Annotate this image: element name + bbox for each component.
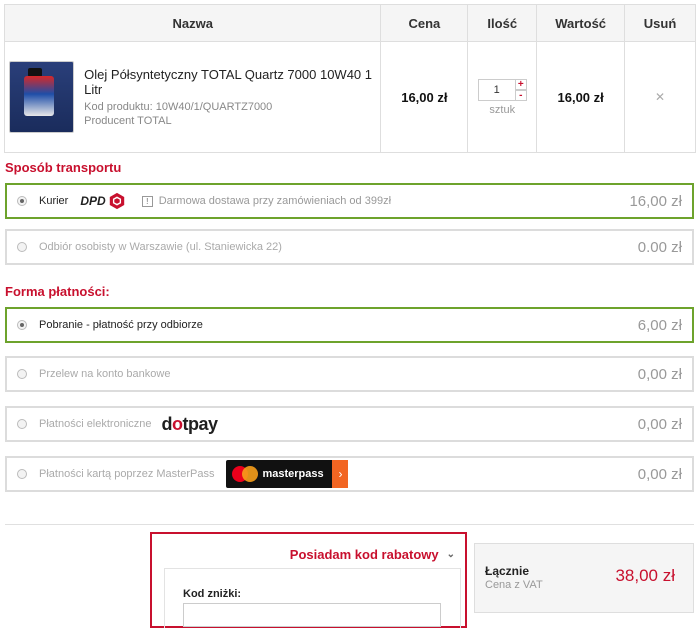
payment-title: Forma płatności: (5, 284, 110, 299)
qty-minus-button[interactable]: - (515, 89, 527, 101)
payment-option-electronic[interactable]: Płatności elektroniczne dotpay 0,00 zł (5, 406, 694, 442)
transport-option-label: Kurier (39, 195, 69, 207)
header-value: Wartość (536, 4, 626, 42)
product-image[interactable] (9, 61, 75, 133)
transport-note: Darmowa dostawa przy zamówieniach od 399… (158, 195, 392, 207)
radio-masterpass[interactable] (17, 469, 27, 479)
payment-price: 0,00 zł (637, 465, 682, 483)
qty-cell: + - sztuk (467, 41, 538, 153)
remove-icon[interactable]: ✕ (655, 90, 665, 104)
remove-item-cell: ✕ (624, 41, 696, 153)
info-icon: ! (141, 195, 153, 207)
dpd-cube-icon (109, 192, 124, 210)
dotpay-logo: dotpay (161, 413, 219, 434)
payment-price: 0,00 zł (637, 365, 682, 383)
product-value: 16,00 zł (536, 41, 626, 153)
payment-option-cod[interactable]: Pobranie - płatność przy odbiorze 6,00 z… (5, 307, 694, 343)
product-producer: Producent TOTAL (84, 114, 172, 127)
radio-transfer[interactable] (17, 369, 27, 379)
total-sub: Cena z VAT (485, 579, 543, 591)
header-remove: Usuń (624, 4, 696, 42)
product-price: 16,00 zł (380, 41, 469, 153)
payment-option-label: Przelew na konto bankowe (39, 368, 171, 380)
cart-table: Nazwa Cena Ilość Wartość Usuń Olej Półsy… (3, 4, 696, 153)
discount-toggle[interactable]: Posiadam kod rabatowy ⌄ (290, 547, 455, 562)
discount-label: Kod zniżki: (183, 588, 242, 600)
divider (5, 524, 694, 525)
radio-cod[interactable] (17, 320, 27, 330)
quantity-input[interactable] (477, 78, 516, 101)
transport-price: 16,00 zł (629, 192, 682, 210)
payment-option-transfer[interactable]: Przelew na konto bankowe 0,00 zł (5, 356, 694, 392)
qty-plus-button[interactable]: + (515, 78, 527, 90)
mastercard-circles-icon (232, 466, 259, 482)
header-name: Nazwa (3, 4, 382, 42)
radio-pickup[interactable] (17, 242, 27, 252)
product-name-link[interactable]: Olej Półsyntetyczny TOTAL Quartz 7000 10… (84, 67, 380, 97)
dpd-logo: DPD (80, 192, 125, 210)
product-cell: Olej Półsyntetyczny TOTAL Quartz 7000 10… (3, 41, 382, 153)
total-label: Łącznie (485, 564, 530, 578)
payment-option-label: Płatności elektroniczne (39, 418, 152, 430)
discount-panel: Kod zniżki: (164, 568, 461, 628)
product-code: Kod produktu: 10W40/1/QUARTZ7000 (84, 100, 273, 113)
payment-price: 6,00 zł (637, 316, 682, 334)
transport-option-label: Odbiór osobisty w Warszawie (ul. Staniew… (39, 241, 282, 253)
table-row: Olej Półsyntetyczny TOTAL Quartz 7000 10… (3, 41, 696, 153)
chevron-down-icon: ⌄ (446, 549, 455, 560)
discount-code-input[interactable] (183, 603, 441, 627)
header-qty: Ilość (467, 4, 538, 42)
radio-courier[interactable] (17, 196, 27, 206)
total-box: Łącznie Cena z VAT 38,00 zł (474, 543, 694, 613)
cart-header-row: Nazwa Cena Ilość Wartość Usuń (3, 4, 696, 42)
transport-price: 0.00 zł (637, 238, 682, 256)
payment-option-label: Pobranie - płatność przy odbiorze (39, 319, 203, 331)
transport-option-courier[interactable]: Kurier DPD ! Darmowa dostawa przy zamówi… (5, 183, 694, 219)
masterpass-logo: masterpass › (226, 460, 349, 488)
qty-unit: sztuk (489, 103, 516, 116)
discount-box: Posiadam kod rabatowy ⌄ Kod zniżki: (150, 532, 467, 628)
payment-price: 0,00 zł (637, 415, 682, 433)
payment-option-masterpass[interactable]: Płatności kartą poprzez MasterPass maste… (5, 456, 694, 492)
radio-electronic[interactable] (17, 419, 27, 429)
transport-option-pickup[interactable]: Odbiór osobisty w Warszawie (ul. Staniew… (5, 229, 694, 265)
total-value: 38,00 zł (615, 566, 675, 585)
arrow-right-icon: › (332, 460, 349, 488)
header-price: Cena (380, 4, 469, 42)
payment-option-label: Płatności kartą poprzez MasterPass (39, 468, 215, 480)
transport-title: Sposób transportu (5, 160, 122, 175)
